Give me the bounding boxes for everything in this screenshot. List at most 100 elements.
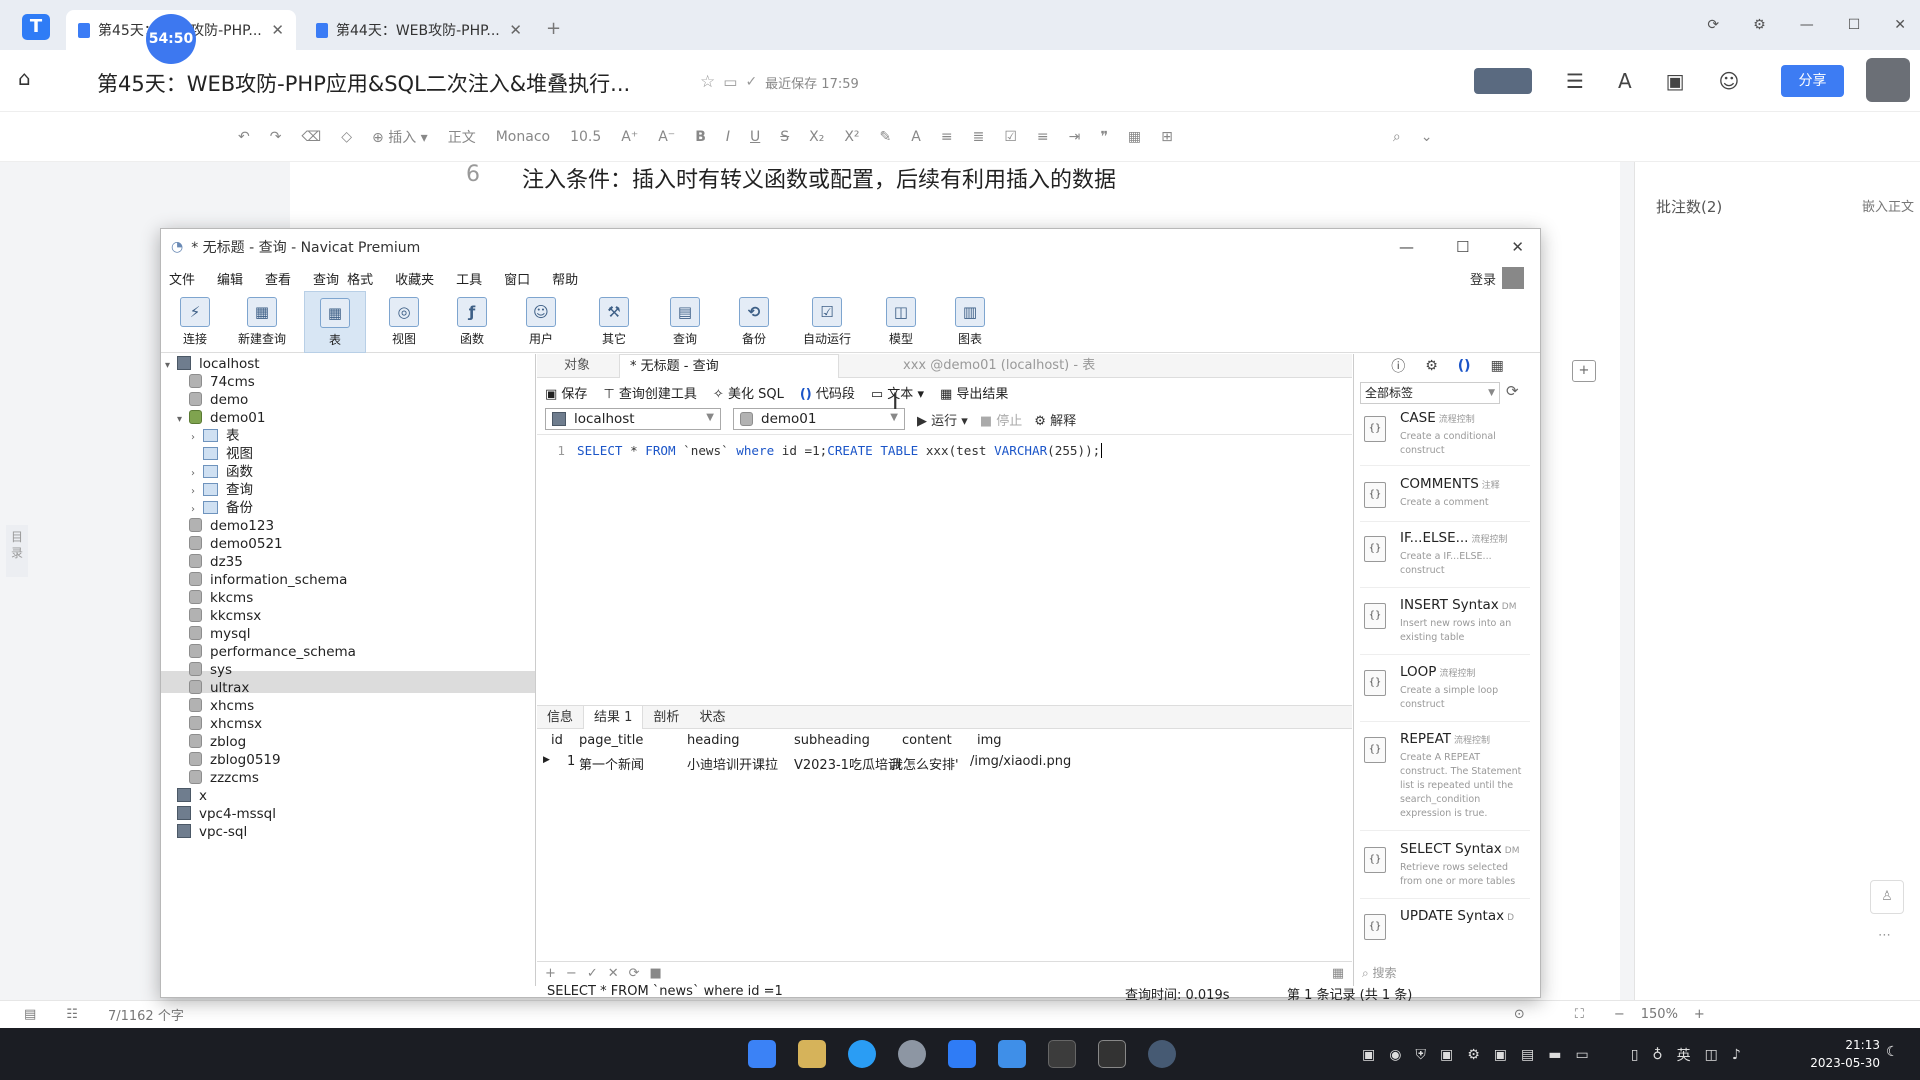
shirt-icon[interactable]: ♙ xyxy=(1870,880,1904,914)
discard-icon[interactable]: ✕ xyxy=(608,966,619,981)
comment-count[interactable]: 批注数(2) xyxy=(1656,196,1722,217)
minimize-button[interactable]: — xyxy=(1800,17,1814,33)
snippet-item[interactable]: {} CASE 流程控制 Create a conditional constru… xyxy=(1360,410,1530,466)
zoom-level[interactable]: 150% xyxy=(1641,1007,1678,1022)
grid-icon[interactable]: ▦ xyxy=(1491,358,1504,374)
run-button[interactable]: ▶ 运行 ▾ xyxy=(917,410,968,429)
wifi-icon[interactable]: ◫ xyxy=(1705,1047,1718,1063)
target-icon[interactable]: ⊙ xyxy=(1514,1007,1525,1022)
menu-file[interactable]: 文件 xyxy=(169,269,195,288)
tray-settings-icon[interactable]: ⚙ xyxy=(1467,1047,1480,1063)
superscript-icon[interactable]: X² xyxy=(844,129,859,145)
file-explorer-icon[interactable] xyxy=(798,1040,826,1068)
style-select[interactable]: 正文 xyxy=(448,127,476,147)
tray-chat-icon[interactable]: ▬ xyxy=(1548,1047,1561,1063)
snippet-item[interactable]: {} SELECT Syntax DM Retrieve rows selecte… xyxy=(1360,841,1530,899)
login-link[interactable]: 登录 xyxy=(1470,269,1496,288)
navicat-app-icon[interactable] xyxy=(998,1040,1026,1068)
present-icon[interactable]: ▣ xyxy=(1666,69,1685,93)
font-color-icon[interactable]: A xyxy=(911,129,921,145)
snippet-tag-filter[interactable]: 全部标签 ▼ xyxy=(1360,382,1500,404)
apply-icon[interactable]: ✓ xyxy=(587,966,598,981)
tab-table[interactable]: xxx @demo01 (localhost) - 表 xyxy=(893,354,1153,378)
underline-icon[interactable]: U xyxy=(750,129,760,145)
tray-camera-icon[interactable]: ◉ xyxy=(1389,1047,1401,1063)
tab-status[interactable]: 状态 xyxy=(689,706,735,729)
tray-docs-icon[interactable]: ▣ xyxy=(1440,1047,1453,1063)
grow-font-icon[interactable]: A⁺ xyxy=(621,129,638,145)
stop-icon[interactable]: ■ xyxy=(650,966,662,981)
share-button[interactable]: 分享 xyxy=(1781,65,1844,97)
outline-icon[interactable]: ▤ xyxy=(24,1007,36,1022)
folder-icon[interactable]: ▭ xyxy=(723,73,737,91)
bold-icon[interactable]: B xyxy=(695,129,706,145)
snippet-search[interactable]: ⌕ 搜索 xyxy=(1362,964,1397,981)
indent-icon[interactable]: ⇥ xyxy=(1069,129,1081,145)
chrome-icon[interactable] xyxy=(898,1040,926,1068)
grid-view-icon[interactable]: ▦ xyxy=(1332,966,1344,981)
menu-edit[interactable]: 编辑 xyxy=(217,269,243,288)
tab-objects[interactable]: 对象 xyxy=(537,354,617,378)
redo-icon[interactable]: ↷ xyxy=(270,129,282,145)
connect-button[interactable]: ⚡ 连接 xyxy=(164,291,226,353)
table-row[interactable]: ▶ 1 第一个新闻 小迪培训开课拉 V2023-1吃瓜培训 我怎么安排' /im… xyxy=(537,752,1352,774)
snippet-item[interactable]: {} REPEAT 流程控制 Create A REPEAT construct.… xyxy=(1360,731,1530,831)
settings-icon[interactable]: ⚙ xyxy=(1425,358,1438,374)
code-snippet-button[interactable]: () 代码段 xyxy=(800,383,855,402)
chevron-down-icon[interactable]: ⌄ xyxy=(1421,129,1433,145)
font-size-select[interactable]: 10.5 xyxy=(570,129,601,145)
menu-window[interactable]: 窗口 xyxy=(504,269,530,288)
add-row-icon[interactable]: + xyxy=(545,966,556,981)
doc-code-line[interactable]: 注入条件：插入时有转义函数或配置，后续有利用插入的数据 xyxy=(522,162,1116,194)
snippet-item[interactable]: {} UPDATE Syntax D xyxy=(1360,908,1530,948)
cell[interactable]: /img/xiaodi.png xyxy=(970,754,1071,769)
highlight-icon[interactable]: ✎ xyxy=(880,129,892,145)
column-header[interactable]: img xyxy=(977,733,1002,748)
recorder-icon[interactable] xyxy=(1148,1040,1176,1068)
more-icon[interactable]: ⊞ xyxy=(1161,129,1173,145)
beautify-sql-button[interactable]: ✧ 美化 SQL xyxy=(713,383,784,402)
query-builder-button[interactable]: ⊤ 查询创建工具 xyxy=(603,383,696,402)
zoom-out-icon[interactable]: − xyxy=(1614,1007,1625,1022)
maximize-button[interactable]: ☐ xyxy=(1456,238,1469,256)
sql-line[interactable]: 1 SELECT * FROM `news` where id =1;CREATE… xyxy=(537,443,1110,458)
chevron-down-icon[interactable]: ▾ xyxy=(165,355,177,376)
font-select[interactable]: Monaco xyxy=(496,129,550,145)
view-button[interactable]: ◎ 视图 xyxy=(373,291,435,353)
tray-blue-icon[interactable]: ▣ xyxy=(1494,1047,1507,1063)
menu-help[interactable]: 帮助 xyxy=(552,269,578,288)
tab-info[interactable]: 信息 xyxy=(537,706,583,729)
refresh-icon[interactable]: ⟳ xyxy=(629,966,640,981)
tree-server[interactable]: vpc-sql xyxy=(177,822,247,843)
column-header[interactable]: heading xyxy=(687,733,740,748)
more-options-icon[interactable]: ⋯ xyxy=(1878,928,1891,943)
chevron-down-icon[interactable]: ▾ xyxy=(177,409,189,430)
outline-toggle[interactable]: 目录 xyxy=(6,525,28,577)
minimize-button[interactable]: — xyxy=(1399,238,1414,256)
search-icon[interactable]: ⌕ xyxy=(1393,129,1401,145)
user-icon[interactable]: ☺ xyxy=(1719,69,1740,93)
tray-network-icon[interactable]: ▤ xyxy=(1521,1047,1534,1063)
word-count[interactable]: 7/1162 个字 xyxy=(108,1005,184,1024)
volume-icon[interactable]: ♪ xyxy=(1732,1047,1741,1063)
doc-title[interactable]: 第45天：WEB攻防-PHP应用&SQL二次注入&堆叠执行... xyxy=(97,68,630,98)
export-result-button[interactable]: ▦ 导出结果 xyxy=(940,383,1008,402)
fullscreen-icon[interactable]: ⛶ xyxy=(1575,1007,1584,1022)
tray-monitor-icon[interactable]: ▭ xyxy=(1575,1047,1588,1063)
tray-shield-icon[interactable]: ⛨ xyxy=(1415,1047,1426,1063)
menu-tools[interactable]: 工具 xyxy=(456,269,482,288)
cell[interactable]: 第一个新闻 xyxy=(579,754,644,773)
chevron-right-icon[interactable]: › xyxy=(191,427,203,448)
terminal-icon[interactable] xyxy=(1048,1040,1076,1068)
refresh-icon[interactable]: ⟳ xyxy=(1707,17,1719,33)
chart-button[interactable]: ▥ 图表 xyxy=(939,291,1001,353)
refresh-icon[interactable]: ⟳ xyxy=(1506,382,1519,400)
snippet-item[interactable]: {} LOOP 流程控制 Create a simple loop constru… xyxy=(1360,664,1530,722)
column-header[interactable]: id xyxy=(551,733,563,748)
sql-editor[interactable]: 1 SELECT * FROM `news` where id =1;CREATE… xyxy=(537,434,1352,682)
edge-icon[interactable] xyxy=(848,1040,876,1068)
tab-query[interactable]: * 无标题 - 查询 xyxy=(619,354,839,378)
autorun-button[interactable]: ☑ 自动运行 xyxy=(791,291,863,353)
close-icon[interactable]: ✕ xyxy=(509,21,522,39)
insert-button[interactable]: ⊕ 插入 ▾ xyxy=(372,127,428,147)
